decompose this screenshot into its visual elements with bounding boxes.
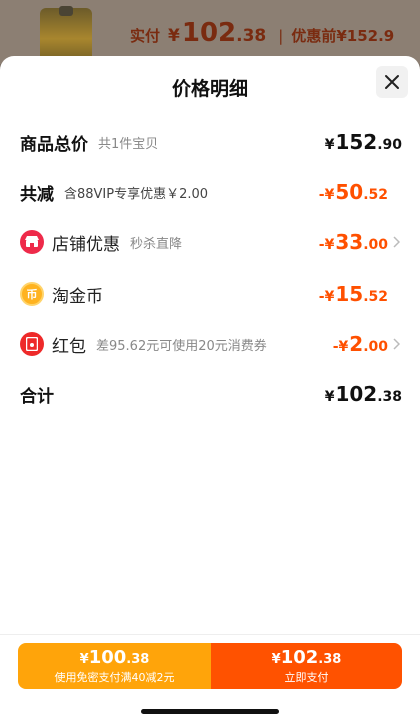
amount-int: 2 — [349, 332, 364, 356]
chevron-right-icon — [392, 337, 402, 351]
paid-int: 102 — [181, 18, 237, 48]
reduce-title: 共减 — [20, 184, 54, 205]
row-sum: 合计 ¥ 102 .38 — [20, 376, 402, 412]
before-label: 优惠前 — [291, 27, 337, 45]
shop-icon — [20, 230, 44, 254]
svg-text:币: 币 — [27, 288, 38, 301]
row-red-packet[interactable]: 红包 差95.62元可使用20元消费券 -¥ 2 .00 — [20, 326, 402, 362]
red-packet-amount: -¥ 2 .00 — [333, 332, 388, 356]
amount-dec: .00 — [363, 339, 388, 355]
sum-amount: ¥ 102 .38 — [325, 382, 402, 406]
sheet-title: 价格明细 — [171, 78, 248, 100]
coin-amount: -¥ 15 .52 — [319, 282, 388, 306]
amount-currency: ¥ — [324, 137, 335, 153]
amount-int: 33 — [335, 230, 364, 254]
amount-dec: .52 — [363, 289, 388, 305]
row-goods-total: 商品总价 共1件宝贝 ¥ 152 .90 — [20, 124, 402, 160]
amount-currency: ¥ — [324, 389, 335, 405]
goods-total-sub: 共1件宝贝 — [98, 136, 159, 152]
coin-name: 淘金币 — [52, 286, 103, 307]
row-total-reduce: 共减 含88VIP专享优惠￥2.00 -¥ 50 .52 — [20, 174, 402, 210]
button-int: 102 — [280, 647, 319, 668]
amount-currency: -¥ — [318, 237, 335, 253]
row-shop-discount[interactable]: 店铺优惠 秒杀直降 -¥ 33 .00 — [20, 224, 402, 260]
paid-dec: .38 — [236, 26, 267, 46]
close-icon — [385, 75, 399, 89]
red-packet-icon — [20, 332, 44, 356]
before-price: ¥152.9 — [336, 27, 395, 45]
sum-title: 合计 — [20, 386, 54, 407]
amount-int: 15 — [335, 282, 364, 306]
amount-currency: -¥ — [332, 339, 349, 355]
amount-dec: .00 — [363, 237, 388, 253]
amount-dec: .52 — [363, 187, 388, 203]
button-dec: .38 — [126, 652, 150, 667]
amount-int: 50 — [335, 180, 364, 204]
button-dec: .38 — [318, 652, 342, 667]
close-button[interactable] — [376, 66, 408, 98]
price-detail-sheet: 价格明细 商品总价 共1件宝贝 ¥ 152 .90 共减 含88VIP专享优惠￥… — [0, 56, 420, 720]
background-product-bar: 实付 ¥ 102 .38 | 优惠前 ¥152.9 — [0, 0, 420, 64]
red-packet-name: 红包 — [52, 336, 86, 357]
coin-icon: 币 — [20, 282, 44, 306]
red-packet-sub: 差95.62元可使用20元消费券 — [96, 338, 267, 354]
reduce-sub: 含88VIP专享优惠￥2.00 — [64, 186, 209, 202]
paid-currency: ¥ — [168, 26, 180, 46]
shop-discount-name: 店铺优惠 — [52, 234, 120, 255]
chevron-right-icon — [392, 235, 402, 249]
right-button-price: ¥ 102 .38 — [211, 647, 402, 668]
shop-discount-sub: 秒杀直降 — [130, 236, 183, 252]
home-indicator — [141, 709, 279, 714]
amount-int: 152 — [335, 130, 378, 154]
button-currency: ¥ — [79, 652, 89, 667]
right-button-label: 立即支付 — [284, 671, 329, 684]
goods-total-title: 商品总价 — [20, 134, 88, 155]
shop-discount-amount: -¥ 33 .00 — [319, 230, 388, 254]
amount-int: 102 — [335, 382, 378, 406]
left-button-price: ¥ 100 .38 — [18, 647, 211, 668]
goods-total-amount: ¥ 152 .90 — [325, 130, 402, 154]
row-taobao-coin: 币 淘金币 -¥ 15 .52 — [20, 276, 402, 312]
amount-dec: .90 — [377, 137, 402, 153]
amount-currency: -¥ — [318, 187, 335, 203]
button-currency: ¥ — [271, 652, 281, 667]
bottom-divider — [0, 634, 420, 635]
reduce-amount: -¥ 50 .52 — [319, 180, 388, 204]
amount-currency: -¥ — [318, 289, 335, 305]
pay-with-passwordless-button[interactable]: ¥ 100 .38 使用免密支付满40减2元 — [18, 643, 211, 689]
amount-dec: .38 — [377, 389, 402, 405]
background-price: 实付 ¥ 102 .38 | 优惠前 ¥152.9 — [130, 18, 394, 48]
pay-now-button[interactable]: ¥ 102 .38 立即支付 — [211, 643, 402, 689]
price-separator: | — [278, 27, 284, 45]
left-button-label: 使用免密支付满40减2元 — [54, 671, 175, 684]
paid-label: 实付 — [130, 27, 161, 45]
button-int: 100 — [88, 647, 127, 668]
